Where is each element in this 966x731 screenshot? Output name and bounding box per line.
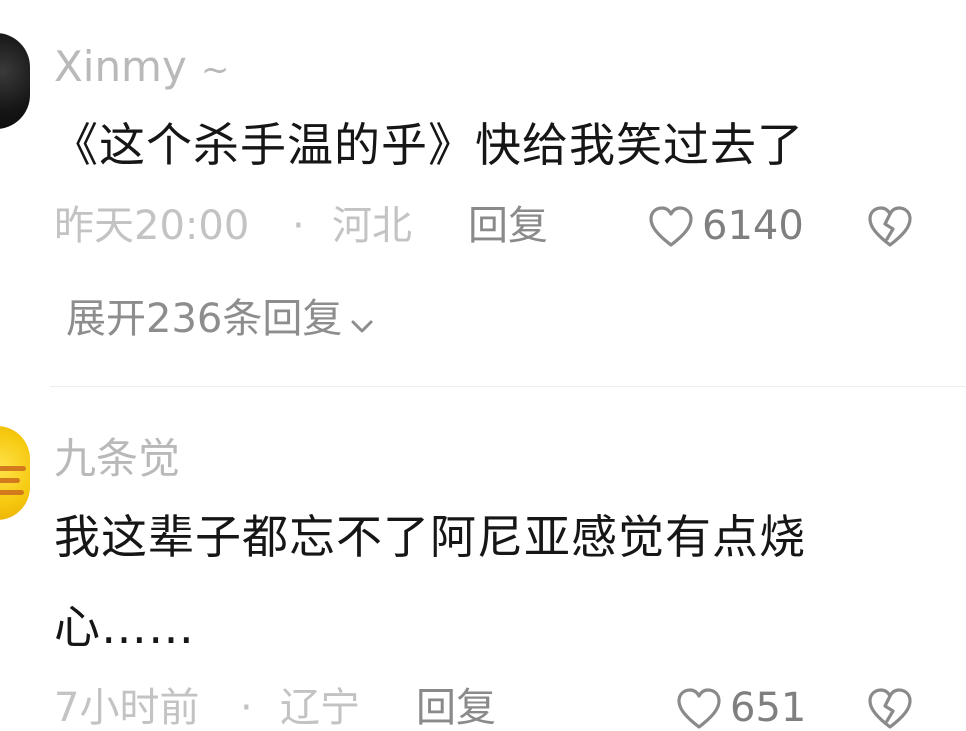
heart-icon[interactable] <box>648 205 694 249</box>
like-count: 651 <box>730 685 807 731</box>
broken-heart-icon[interactable] <box>866 687 914 731</box>
meta-separator: · <box>292 203 305 249</box>
comment-time: 昨天20:00 <box>54 203 250 249</box>
avatar[interactable] <box>0 33 30 129</box>
expand-replies-button[interactable]: 展开236条回复 <box>66 296 374 342</box>
comment-username[interactable]: Xinmy ~ <box>54 46 229 88</box>
username-text: Xinmy <box>54 42 187 91</box>
comment-location: 辽宁 <box>280 685 360 731</box>
heart-icon[interactable] <box>676 687 722 731</box>
like-count: 6140 <box>702 203 804 249</box>
chevron-down-icon <box>350 302 374 342</box>
comment-location: 河北 <box>332 203 412 249</box>
comment-divider <box>50 386 966 387</box>
comment-text: 《这个杀手温的乎》快给我笑过去了 <box>52 118 804 172</box>
meta-separator: · <box>240 685 253 731</box>
reply-button[interactable]: 回复 <box>468 206 548 246</box>
expand-replies-label: 展开236条回复 <box>66 296 343 342</box>
reply-button[interactable]: 回复 <box>416 688 496 728</box>
comment-text: 我这辈子都忘不了阿尼亚感觉有点烧 <box>54 510 806 564</box>
comment-text-continued: 心…… <box>54 600 195 654</box>
broken-heart-icon[interactable] <box>866 205 914 249</box>
comment-username[interactable]: 九条觉 <box>54 438 180 480</box>
comment-time: 7小时前 <box>54 685 200 731</box>
username-suffix: ~ <box>200 50 230 90</box>
avatar[interactable] <box>0 426 30 520</box>
